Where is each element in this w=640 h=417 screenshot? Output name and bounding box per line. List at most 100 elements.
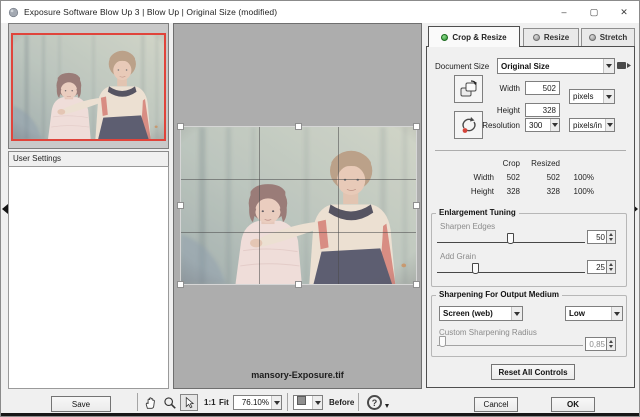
table-row: Height 328 328 100% <box>427 187 594 196</box>
save-button[interactable]: Save <box>51 396 111 412</box>
divider <box>435 150 626 151</box>
crop-handle[interactable] <box>295 281 302 288</box>
output-medium-value: Screen (web) <box>440 307 511 320</box>
custom-radius-value[interactable]: 0,85 <box>585 337 616 351</box>
tab-label: Crop & Resize <box>452 33 506 42</box>
height-field[interactable]: 328 <box>525 103 560 117</box>
crop-handle[interactable] <box>413 281 420 288</box>
tab-crop-resize[interactable]: Crop & Resize <box>428 26 520 47</box>
chevron-down-icon <box>550 119 559 131</box>
chevron-down-icon <box>603 90 614 103</box>
hand-tool-button[interactable] <box>141 394 159 411</box>
user-settings-header: User Settings <box>8 151 169 167</box>
custom-radius-label: Custom Sharpening Radius <box>439 328 537 337</box>
title-bar[interactable]: Exposure Software Blow Up 3 | Blow Up | … <box>1 1 639 23</box>
zoom-level-combo[interactable]: 76.10% <box>233 395 282 410</box>
col-crop: Crop <box>494 159 520 168</box>
fit-button[interactable]: Fit <box>219 398 229 407</box>
window-title: Exposure Software Blow Up 3 | Blow Up | … <box>24 7 277 17</box>
crop-region[interactable] <box>180 126 417 285</box>
zoom-level-value: 76.10% <box>234 396 271 409</box>
help-menu-chevron-icon[interactable] <box>385 404 389 410</box>
width-field[interactable]: 502 <box>525 81 560 95</box>
before-color-combo[interactable] <box>293 395 323 410</box>
pointer-tool-button[interactable] <box>180 394 198 411</box>
preview-photo <box>181 127 416 284</box>
spinner-icon[interactable] <box>606 338 615 350</box>
help-icon: ? <box>372 398 378 408</box>
reset-all-button[interactable]: Reset All Controls <box>491 364 575 380</box>
slider-handle[interactable] <box>439 336 446 347</box>
crop-handle[interactable] <box>413 123 420 130</box>
minimize-button[interactable]: – <box>549 1 579 23</box>
add-grain-value[interactable]: 25 <box>587 260 616 274</box>
tab-idle-dot-icon <box>589 34 596 41</box>
output-medium-combo[interactable]: Screen (web) <box>439 306 523 321</box>
divider <box>358 393 359 411</box>
resolution-label: Resolution <box>447 121 520 130</box>
spinner-icon[interactable] <box>606 231 615 243</box>
user-settings-list[interactable] <box>8 166 169 389</box>
height-label: Height <box>447 106 520 115</box>
sharpen-amount-combo[interactable]: Low <box>565 306 623 321</box>
window-bottom-edge <box>1 413 639 417</box>
tab-active-dot-icon <box>441 34 448 41</box>
document-size-combo[interactable]: Original Size <box>497 58 615 74</box>
custom-radius-slider[interactable] <box>437 345 583 346</box>
add-grain-slider[interactable] <box>437 272 585 273</box>
bottom-bar: Save 1:1 Fit 76.10% Bef <box>1 391 639 413</box>
thumbnail-photo <box>13 35 164 139</box>
ok-button[interactable]: OK <box>551 397 595 412</box>
chevron-down-icon <box>603 59 614 73</box>
sharpen-edges-slider[interactable] <box>437 242 585 243</box>
table-row: Width 502 502 100% <box>427 173 594 182</box>
zoom-tool-button[interactable] <box>161 394 179 411</box>
divider <box>287 393 288 411</box>
output-sharpen-title: Sharpening For Output Medium <box>436 290 562 299</box>
resolution-value: 300 <box>526 119 550 131</box>
grid-line <box>181 232 416 233</box>
cursor-icon <box>183 396 196 409</box>
filename-label: mansory-Exposure.tif <box>174 370 421 380</box>
units-resolution-combo[interactable]: pixels/in <box>569 118 615 132</box>
collapse-left-icon[interactable] <box>2 204 8 214</box>
help-button[interactable]: ? <box>367 395 382 410</box>
tab-resize[interactable]: Resize <box>523 28 579 47</box>
thumbnail-panel <box>8 23 169 149</box>
crop-handle[interactable] <box>295 123 302 130</box>
add-grain-label: Add Grain <box>440 252 476 261</box>
one-to-one-button[interactable]: 1:1 <box>204 398 216 407</box>
crop-handle[interactable] <box>413 202 420 209</box>
slider-handle[interactable] <box>507 233 514 244</box>
chevron-down-icon <box>312 396 322 409</box>
slider-handle[interactable] <box>472 263 479 274</box>
cancel-button[interactable]: Cancel <box>474 397 518 412</box>
maximize-button[interactable]: ▢ <box>579 1 609 23</box>
spinner-icon[interactable] <box>606 261 615 273</box>
crop-handle[interactable] <box>177 123 184 130</box>
chevron-down-icon <box>605 119 614 131</box>
sharpen-edges-value[interactable]: 50 <box>587 230 616 244</box>
grid-line <box>259 127 260 284</box>
chevron-down-icon <box>511 307 522 320</box>
tab-idle-dot-icon <box>533 34 540 41</box>
tab-stretch[interactable]: Stretch <box>581 28 635 47</box>
resolution-combo[interactable]: 300 <box>525 118 560 132</box>
thumbnail[interactable] <box>11 33 166 141</box>
preset-menu-icon[interactable] <box>617 60 631 71</box>
sharpen-amount-value: Low <box>566 307 611 320</box>
app-window: Exposure Software Blow Up 3 | Blow Up | … <box>0 0 640 417</box>
before-toggle[interactable]: Before <box>329 398 354 407</box>
app-icon <box>8 7 19 18</box>
crop-handle[interactable] <box>177 202 184 209</box>
crop-resize-panel: Document Size Original Size Width <box>426 46 635 388</box>
crop-handle[interactable] <box>177 281 184 288</box>
sharpen-edges-label: Sharpen Edges <box>440 222 495 231</box>
units-pixels-value: pixels <box>570 90 603 103</box>
close-button[interactable]: ✕ <box>609 1 639 23</box>
grid-line <box>338 127 339 284</box>
units-pixels-combo[interactable]: pixels <box>569 89 615 104</box>
table-header-row: Crop Resized <box>427 159 594 168</box>
units-ppi-value: pixels/in <box>570 119 605 131</box>
document-size-label: Document Size <box>435 62 489 71</box>
